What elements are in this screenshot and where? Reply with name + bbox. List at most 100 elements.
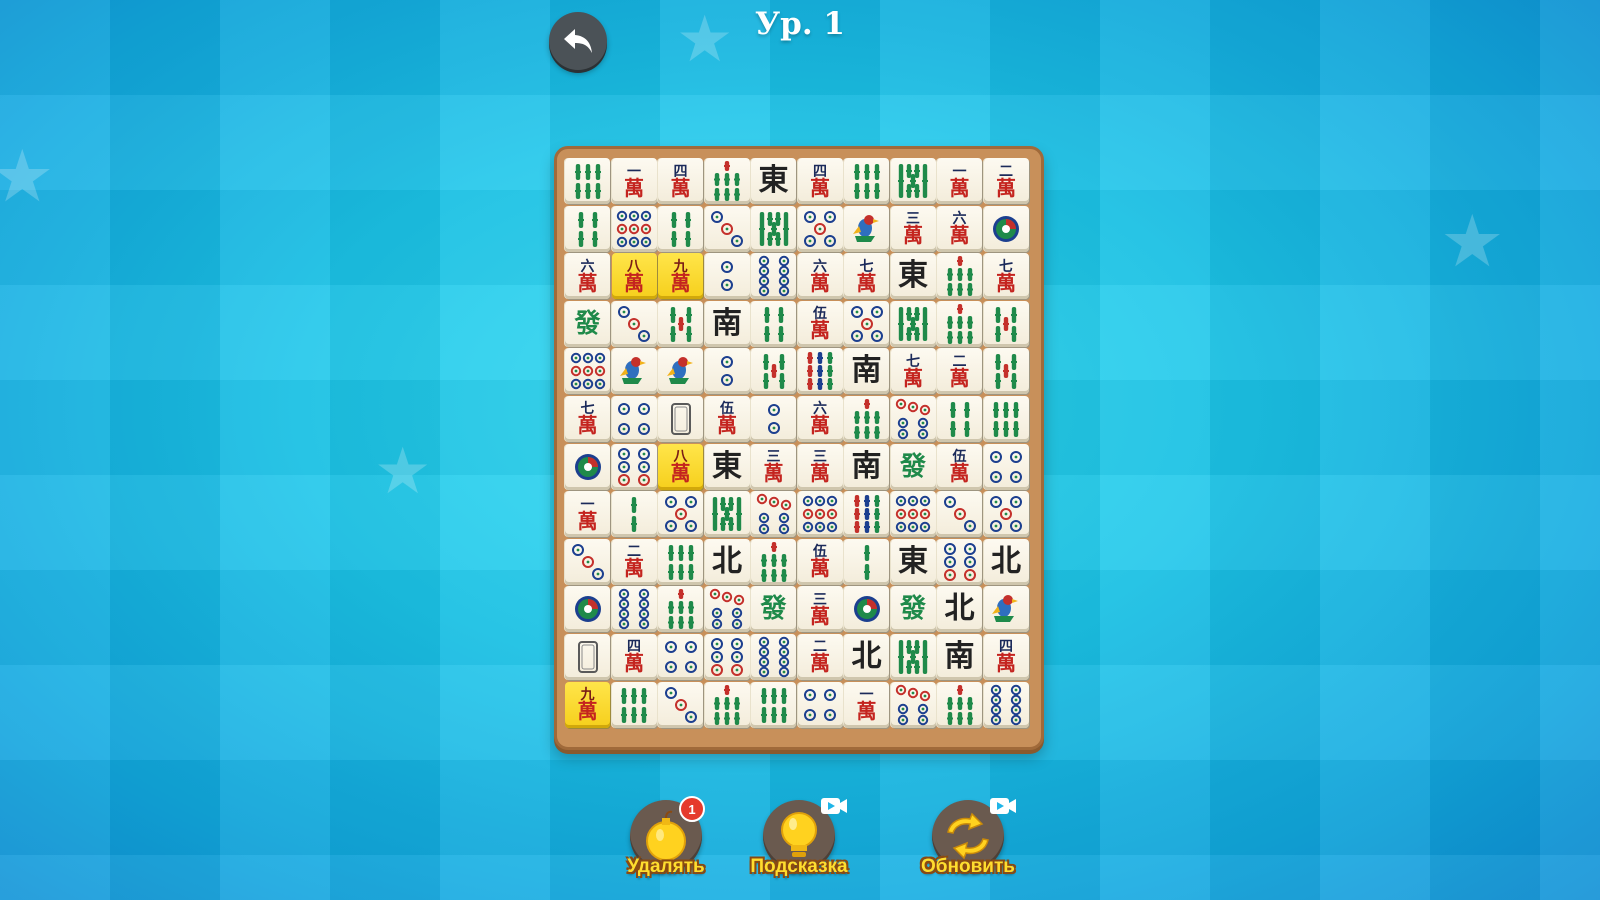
tile-character-3[interactable]: 三萬 [797,586,843,633]
tile-circle-3[interactable] [704,205,750,252]
tile-bamboo-7[interactable] [937,300,982,347]
tile-character-1[interactable]: 一萬 [937,158,982,204]
tile-circle-1[interactable] [565,586,610,633]
tile-bamboo-9[interactable] [797,348,843,395]
tile-bamboo-5[interactable] [658,300,703,347]
tile-circle-9[interactable] [611,205,657,252]
tile-circle-5[interactable] [658,491,703,538]
tile-character-4[interactable]: 四萬 [983,633,1029,680]
tile-bamboo-8[interactable] [890,633,936,680]
tile-character-1[interactable]: 一萬 [844,681,889,728]
tile-character-3[interactable]: 三萬 [751,443,796,490]
tile-bamboo-7[interactable] [844,395,889,442]
tile-circle-4[interactable] [611,395,657,442]
tile-south-wind[interactable]: 南 [844,348,889,395]
tile-bamboo-2[interactable] [611,491,657,538]
tile-east-wind[interactable]: 東 [890,253,936,300]
tile-circle-6[interactable] [937,538,982,585]
tile-character-4[interactable]: 四萬 [658,158,703,204]
tile-character-8[interactable]: 八萬 [611,253,657,300]
tile-bamboo-8[interactable] [890,300,936,347]
tile-bamboo-7[interactable] [704,158,750,204]
tile-bamboo-1[interactable] [658,348,703,395]
tile-circle-7[interactable] [890,681,936,728]
tile-character-9[interactable]: 九萬 [565,681,610,728]
tile-bamboo-6[interactable] [565,158,610,204]
tile-circle-3[interactable] [611,300,657,347]
tile-circle-7[interactable] [751,491,796,538]
tile-character-7[interactable]: 七萬 [565,395,610,442]
tile-circle-2[interactable] [704,253,750,300]
tile-character-6[interactable]: 六萬 [797,253,843,300]
tile-circle-9[interactable] [890,491,936,538]
tile-character-7[interactable]: 七萬 [844,253,889,300]
tile-character-1[interactable]: 一萬 [565,491,610,538]
tile-bamboo-8[interactable] [890,158,936,204]
tile-circle-3[interactable] [658,681,703,728]
tile-south-wind[interactable]: 南 [844,443,889,490]
tile-circle-9[interactable] [797,491,843,538]
tile-bamboo-4[interactable] [658,205,703,252]
tile-circle-7[interactable] [890,395,936,442]
tile-bamboo-7[interactable] [751,538,796,585]
tile-character-2[interactable]: 二萬 [937,348,982,395]
tile-bamboo-6[interactable] [751,681,796,728]
tile-circle-4[interactable] [797,681,843,728]
tile-character-5[interactable]: 伍萬 [797,300,843,347]
tile-circle-3[interactable] [565,538,610,585]
tile-bamboo-1[interactable] [844,205,889,252]
tile-circle-1[interactable] [983,205,1029,252]
tile-circle-2[interactable] [704,348,750,395]
tile-bamboo-6[interactable] [611,681,657,728]
tile-bamboo-8[interactable] [704,491,750,538]
tile-bamboo-9[interactable] [844,491,889,538]
tile-circle-8[interactable] [983,681,1029,728]
tile-circle-1[interactable] [844,586,889,633]
tile-south-wind[interactable]: 南 [937,633,982,680]
tile-green-dragon[interactable]: 發 [565,300,610,347]
tile-circle-4[interactable] [658,633,703,680]
tile-character-3[interactable]: 三萬 [890,205,936,252]
tile-green-dragon[interactable]: 發 [751,586,796,633]
tile-character-5[interactable]: 伍萬 [704,395,750,442]
tile-character-7[interactable]: 七萬 [890,348,936,395]
tile-white-dragon[interactable] [565,633,610,680]
tile-circle-5[interactable] [797,205,843,252]
tile-character-4[interactable]: 四萬 [611,633,657,680]
tile-circle-1[interactable] [565,443,610,490]
remove-tool-button[interactable]: 1 Удалять [611,796,721,900]
tile-bamboo-5[interactable] [751,348,796,395]
tile-bamboo-4[interactable] [751,300,796,347]
tile-character-9[interactable]: 九萬 [658,253,703,300]
tile-character-8[interactable]: 八萬 [658,443,703,490]
tile-east-wind[interactable]: 東 [704,443,750,490]
tile-green-dragon[interactable]: 發 [890,443,936,490]
tile-bamboo-5[interactable] [983,300,1029,347]
tile-character-6[interactable]: 六萬 [565,253,610,300]
tile-south-wind[interactable]: 南 [704,300,750,347]
tile-character-3[interactable]: 三萬 [797,443,843,490]
tile-bamboo-2[interactable] [844,538,889,585]
tile-character-6[interactable]: 六萬 [797,395,843,442]
tile-character-2[interactable]: 二萬 [611,538,657,585]
tile-circle-3[interactable] [937,491,982,538]
shuffle-tool-button[interactable]: Обновить [913,798,1023,900]
tile-circle-4[interactable] [983,443,1029,490]
tile-bamboo-8[interactable] [751,205,796,252]
tile-circle-5[interactable] [983,491,1029,538]
tile-bamboo-1[interactable] [983,586,1029,633]
tile-white-dragon[interactable] [658,395,703,442]
tile-bamboo-4[interactable] [565,205,610,252]
tile-bamboo-7[interactable] [937,253,982,300]
tile-circle-7[interactable] [704,586,750,633]
tile-bamboo-7[interactable] [704,681,750,728]
tile-north-wind[interactable]: 北 [937,586,982,633]
tile-bamboo-1[interactable] [611,348,657,395]
tile-circle-6[interactable] [704,633,750,680]
tile-character-2[interactable]: 二萬 [983,158,1029,204]
tile-green-dragon[interactable]: 發 [890,586,936,633]
tile-bamboo-5[interactable] [983,348,1029,395]
tile-circle-8[interactable] [611,586,657,633]
tile-bamboo-4[interactable] [937,395,982,442]
tile-character-5[interactable]: 伍萬 [797,538,843,585]
